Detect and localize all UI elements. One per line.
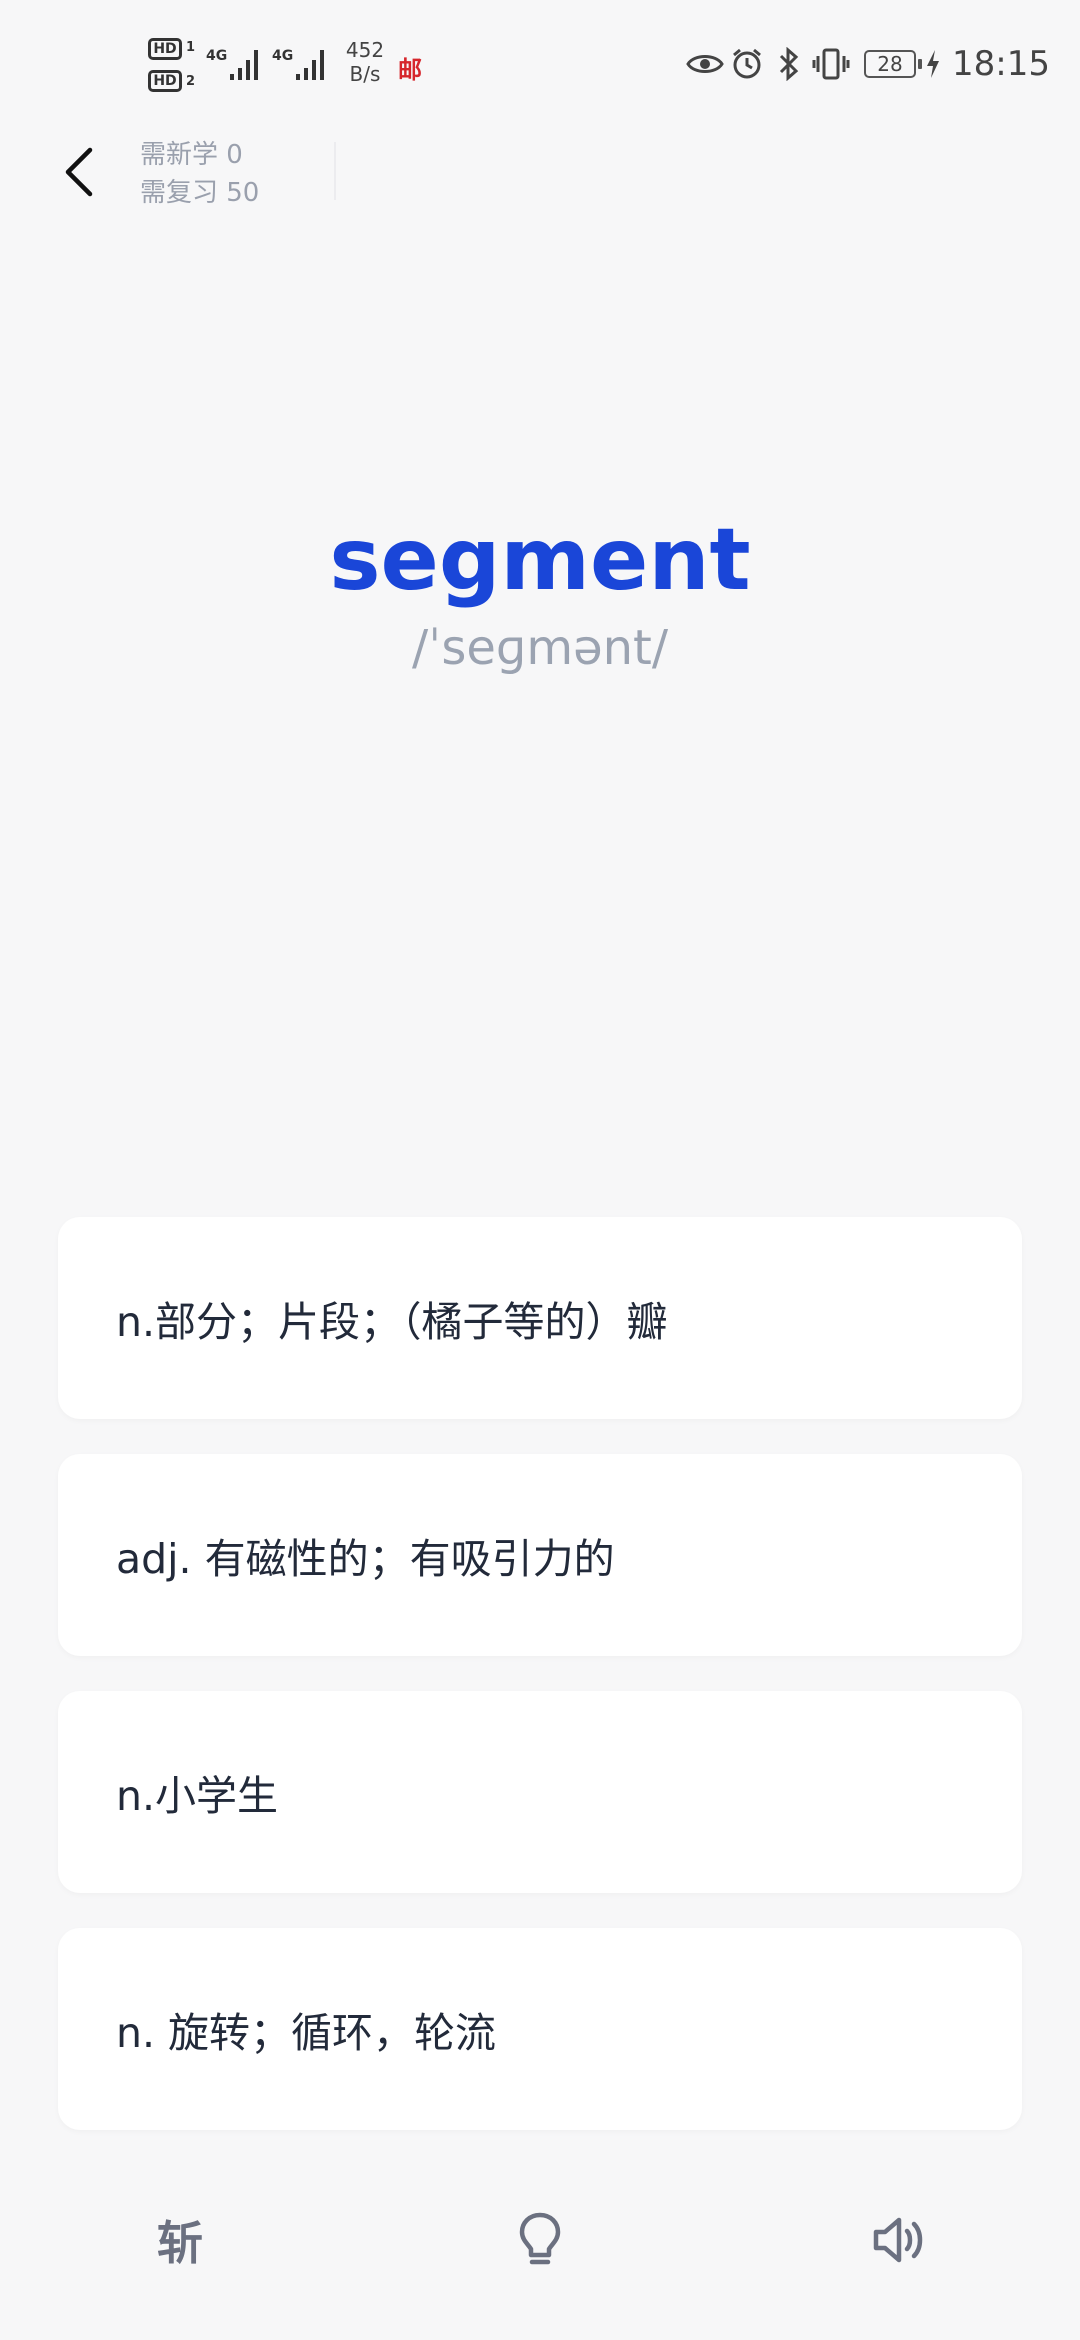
hint-button[interactable] bbox=[500, 2200, 580, 2280]
hd-1-num: 1 bbox=[186, 40, 196, 55]
hd-2-badge: HD bbox=[148, 70, 182, 92]
alarm-icon bbox=[728, 45, 766, 83]
hd-2-num: 2 bbox=[186, 74, 196, 89]
eye-icon bbox=[686, 45, 724, 83]
mail-app-icon: 邮 bbox=[398, 56, 422, 84]
study-counts: 需新学 0 需复习 50 bbox=[140, 136, 259, 212]
option-card-3[interactable]: n.小学生 bbox=[58, 1691, 1022, 1893]
new-count-label: 需新学 0 bbox=[140, 140, 243, 170]
vibrate-icon bbox=[812, 45, 850, 83]
network-speed: 452 B/s bbox=[340, 38, 390, 86]
header-divider bbox=[334, 142, 336, 200]
speaker-icon bbox=[873, 2217, 923, 2263]
status-bar: HD 1 HD 2 4G 4G 452 B/s 邮 28 18:15 bbox=[0, 0, 1080, 132]
bluetooth-icon bbox=[770, 45, 808, 83]
option-text: n.小学生 bbox=[116, 1772, 279, 1820]
signal-1: 4G bbox=[206, 44, 266, 84]
hd-indicators: HD 1 HD 2 bbox=[148, 36, 200, 98]
option-text: adj. 有磁性的；有吸引力的 bbox=[116, 1535, 615, 1583]
back-button[interactable] bbox=[52, 140, 106, 204]
option-text: n. 旋转；循环，轮流 bbox=[116, 2009, 497, 2057]
option-card-2[interactable]: adj. 有磁性的；有吸引力的 bbox=[58, 1454, 1022, 1656]
word-phonetic: /ˈseɡmənt/ bbox=[411, 620, 669, 676]
signal-2: 4G bbox=[272, 44, 332, 84]
review-count-label: 需复习 50 bbox=[140, 178, 260, 208]
signal-2-bars-icon bbox=[296, 50, 324, 80]
signal-1-bars-icon bbox=[230, 50, 258, 80]
hint-bulb-icon bbox=[519, 2212, 561, 2265]
signal-1-network-type: 4G bbox=[206, 48, 228, 64]
option-text: n.部分；片段；（橘子等的）瓣 bbox=[116, 1298, 668, 1346]
charging-icon bbox=[922, 45, 944, 83]
pronounce-button[interactable] bbox=[860, 2200, 940, 2280]
chevron-left-icon bbox=[65, 147, 93, 197]
word-text: segment bbox=[329, 510, 751, 610]
network-speed-value: 452 bbox=[345, 38, 385, 62]
status-right-group: 28 18:15 bbox=[686, 44, 1050, 84]
word-quiz-screen: HD 1 HD 2 4G 4G 452 B/s 邮 28 18:15 需新学 0… bbox=[0, 0, 1080, 2340]
option-card-1[interactable]: n.部分；片段；（橘子等的）瓣 bbox=[58, 1217, 1022, 1419]
zhan-button[interactable]: 斩 bbox=[140, 2200, 220, 2280]
network-speed-unit: B/s bbox=[349, 62, 381, 86]
option-card-4[interactable]: n. 旋转；循环，轮流 bbox=[58, 1928, 1022, 2130]
battery-icon: 28 bbox=[864, 50, 923, 78]
clock-time: 18:15 bbox=[952, 44, 1050, 84]
signal-2-network-type: 4G bbox=[272, 48, 294, 64]
hd-1-badge: HD bbox=[148, 38, 182, 60]
